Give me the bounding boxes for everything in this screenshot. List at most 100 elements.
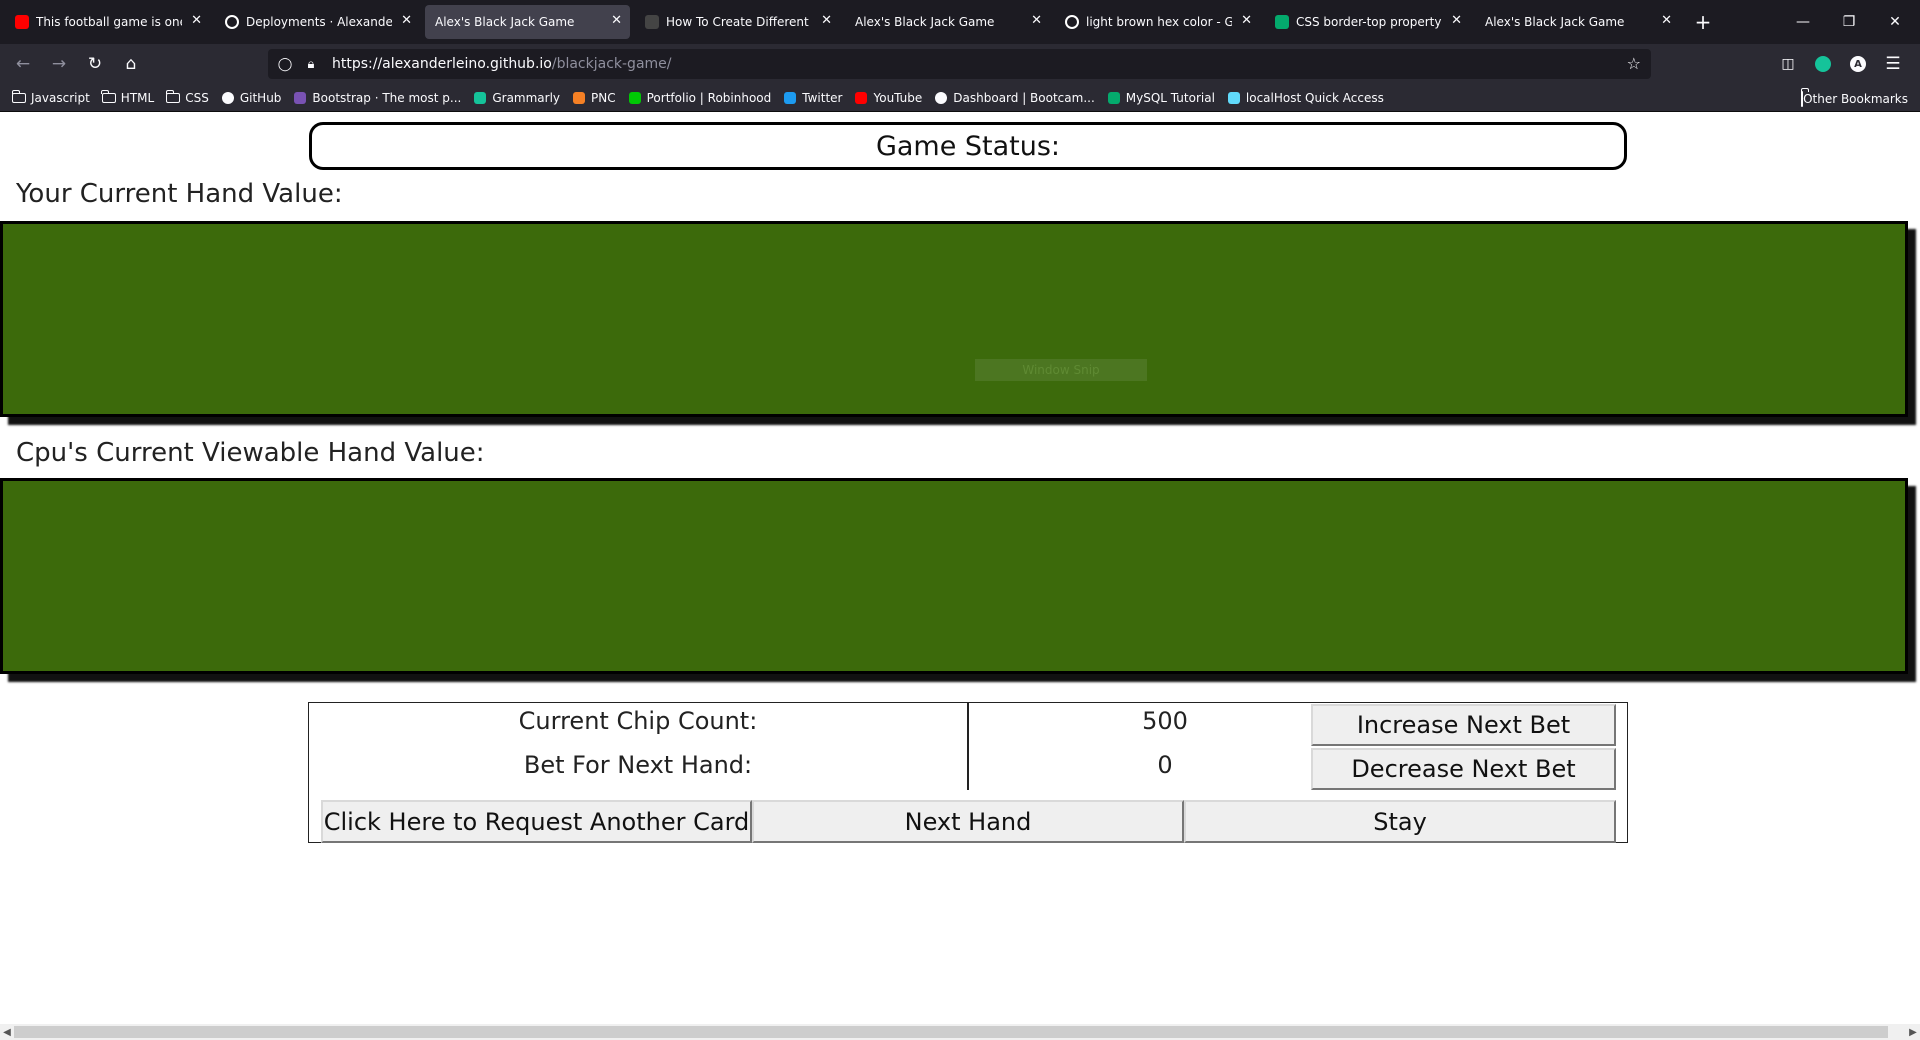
tab-title: CSS border-top property <box>1296 15 1442 29</box>
bookmark-label: GitHub <box>239 90 282 105</box>
decrease-bet-button[interactable]: Decrease Next Bet <box>1311 748 1616 790</box>
tab-close-icon[interactable]: ✕ <box>1451 14 1462 28</box>
bookmark-item[interactable]: YouTube <box>854 91 922 105</box>
bookmarks-bar: Javascript HTML CSS GitHub Bootstrap · The m… <box>0 84 1920 112</box>
other-bookmarks[interactable]: Other Bookmarks <box>1801 91 1908 107</box>
google-icon <box>1065 15 1079 29</box>
tab-close-icon[interactable]: ✕ <box>611 14 622 28</box>
pocket-icon[interactable]: ◫ <box>1775 52 1801 76</box>
url-text[interactable]: https://alexanderleino.github.io/blackja… <box>332 56 672 72</box>
tab-close-icon[interactable]: ✕ <box>1661 14 1672 28</box>
tab-close-icon[interactable]: ✕ <box>1241 14 1252 28</box>
youtube-icon <box>854 91 868 104</box>
browser-tab[interactable]: light brown hex color - Googl ✕ <box>1055 5 1260 39</box>
browser-tab[interactable]: This football game is one of a ✕ <box>5 5 210 39</box>
tab-strip: This football game is one of a✕Deploymen… <box>0 0 1920 44</box>
browser-tab[interactable]: Alex's Black Jack Game ✕ <box>425 5 630 39</box>
bookmark-item[interactable]: Twitter <box>783 91 842 105</box>
bookmark-star-icon[interactable]: ☆ <box>1627 54 1641 73</box>
tab-title: This football game is one of a <box>36 15 182 29</box>
hit-button[interactable]: Click Here to Request Another Card <box>321 800 752 843</box>
globe-icon <box>934 91 948 104</box>
shield-icon[interactable]: ◯ <box>276 57 294 72</box>
player-card-table: Window Snip <box>0 221 1908 417</box>
tab-list: This football game is one of a✕Deploymen… <box>0 0 1680 44</box>
tab-close-icon[interactable]: ✕ <box>401 14 412 28</box>
bookmark-label: Portfolio | Robinhood <box>646 90 772 105</box>
bookmark-item[interactable]: Bootstrap · The most p... <box>293 91 461 105</box>
browser-tab[interactable]: Alex's Black Jack Game ✕ <box>1475 5 1680 39</box>
folder-icon <box>11 89 26 104</box>
game-status-label: Game Status: <box>875 130 1061 162</box>
bookmark-label: localHost Quick Access <box>1245 90 1384 105</box>
tab-close-icon[interactable]: ✕ <box>821 14 832 28</box>
bookmark-label: CSS <box>185 90 209 105</box>
back-button[interactable]: ← <box>10 52 36 76</box>
account-avatar-icon[interactable]: A <box>1845 52 1871 76</box>
scroll-right-arrow-icon[interactable]: ▶ <box>1906 1024 1920 1040</box>
tab-close-icon[interactable]: ✕ <box>1031 14 1042 28</box>
bookmark-item[interactable]: MySQL Tutorial <box>1107 91 1215 105</box>
minimize-button[interactable]: — <box>1780 0 1826 44</box>
bookmark-item[interactable]: Grammarly <box>473 91 560 105</box>
tab-close-icon[interactable]: ✕ <box>191 14 202 28</box>
browser-tab[interactable]: CSS border-top property ✕ <box>1265 5 1470 39</box>
scroll-left-arrow-icon[interactable]: ◀ <box>0 1024 14 1040</box>
p-icon <box>645 15 659 29</box>
folder-icon <box>1801 91 1804 107</box>
page-content: Game Status: Your Current Hand Value: Wi… <box>0 112 1920 1024</box>
bookmark-item[interactable]: CSS <box>165 89 209 105</box>
tab-title: Alex's Black Jack Game <box>435 15 575 29</box>
tab-title: Deployments · AlexanderLein <box>246 15 392 29</box>
bookmark-label: Bootstrap · The most p... <box>312 90 462 105</box>
restore-button[interactable]: ❐ <box>1826 0 1872 44</box>
bookmark-label: Grammarly <box>492 90 561 105</box>
bookmark-item[interactable]: HTML <box>101 89 155 105</box>
scrollbar-thumb[interactable] <box>14 1026 1888 1038</box>
react-icon <box>1227 91 1241 104</box>
youtube-icon <box>15 15 29 29</box>
bookmark-label: HTML <box>120 90 155 105</box>
tab-title: light brown hex color - Googl <box>1086 15 1232 29</box>
bookmark-item[interactable]: PNC <box>572 91 616 105</box>
pnc-icon <box>572 91 586 104</box>
w3schools-icon <box>1107 91 1121 104</box>
betting-controls: Current Chip Count: Bet For Next Hand: 5… <box>308 702 1628 843</box>
lock-icon[interactable]: 🔒︎ <box>302 57 320 72</box>
new-tab-button[interactable]: + <box>1686 10 1720 34</box>
bookmark-item[interactable]: Javascript <box>11 89 90 105</box>
reload-button[interactable]: ↻ <box>82 52 108 76</box>
menu-icon[interactable]: ☰ <box>1880 52 1906 76</box>
stay-button[interactable]: Stay <box>1184 800 1616 843</box>
bookmark-label: MySQL Tutorial <box>1125 90 1215 105</box>
bookmark-item[interactable]: Portfolio | Robinhood <box>628 90 772 105</box>
browser-tab[interactable]: Alex's Black Jack Game ✕ <box>845 5 1050 39</box>
chip-count-value: 500 <box>1142 707 1188 735</box>
forward-button[interactable]: → <box>46 52 72 76</box>
bookmark-list: Javascript HTML CSS GitHub Bootstrap · The m… <box>0 89 1384 105</box>
bookmark-label: Dashboard | Bootcam... <box>953 90 1095 105</box>
browser-tab[interactable]: How To Create Different Shap ✕ <box>635 5 840 39</box>
horizontal-scrollbar[interactable]: ◀ ▶ <box>0 1024 1920 1040</box>
increase-bet-button[interactable]: Increase Next Bet <box>1311 704 1616 746</box>
github-icon <box>225 15 239 29</box>
bookmark-label: Twitter <box>802 90 843 105</box>
player-hand-label: Your Current Hand Value: <box>16 179 343 209</box>
bookmark-label: Javascript <box>31 90 90 105</box>
bet-value: 0 <box>1157 751 1173 779</box>
browser-tab[interactable]: Deployments · AlexanderLein ✕ <box>215 5 420 39</box>
home-button[interactable]: ⌂ <box>118 52 144 76</box>
grammarly-extension-icon[interactable] <box>1810 52 1836 76</box>
folder-icon <box>101 89 116 104</box>
bookmark-item[interactable]: Dashboard | Bootcam... <box>934 90 1095 105</box>
bet-label: Bet For Next Hand: <box>523 751 753 779</box>
address-bar[interactable]: ◯ 🔒︎ https://alexanderleino.github.io/bl… <box>268 49 1651 79</box>
bootstrap-icon <box>293 91 307 104</box>
bookmark-item[interactable]: localHost Quick Access <box>1227 91 1384 105</box>
next-hand-button[interactable]: Next Hand <box>752 800 1184 843</box>
close-window-button[interactable]: ✕ <box>1872 0 1918 44</box>
bookmark-item[interactable]: GitHub <box>221 90 282 105</box>
tab-title: Alex's Black Jack Game <box>1485 15 1625 29</box>
url-path: /blackjack-game/ <box>551 56 672 72</box>
url-host: https://alexanderleino.github.io <box>332 56 552 72</box>
